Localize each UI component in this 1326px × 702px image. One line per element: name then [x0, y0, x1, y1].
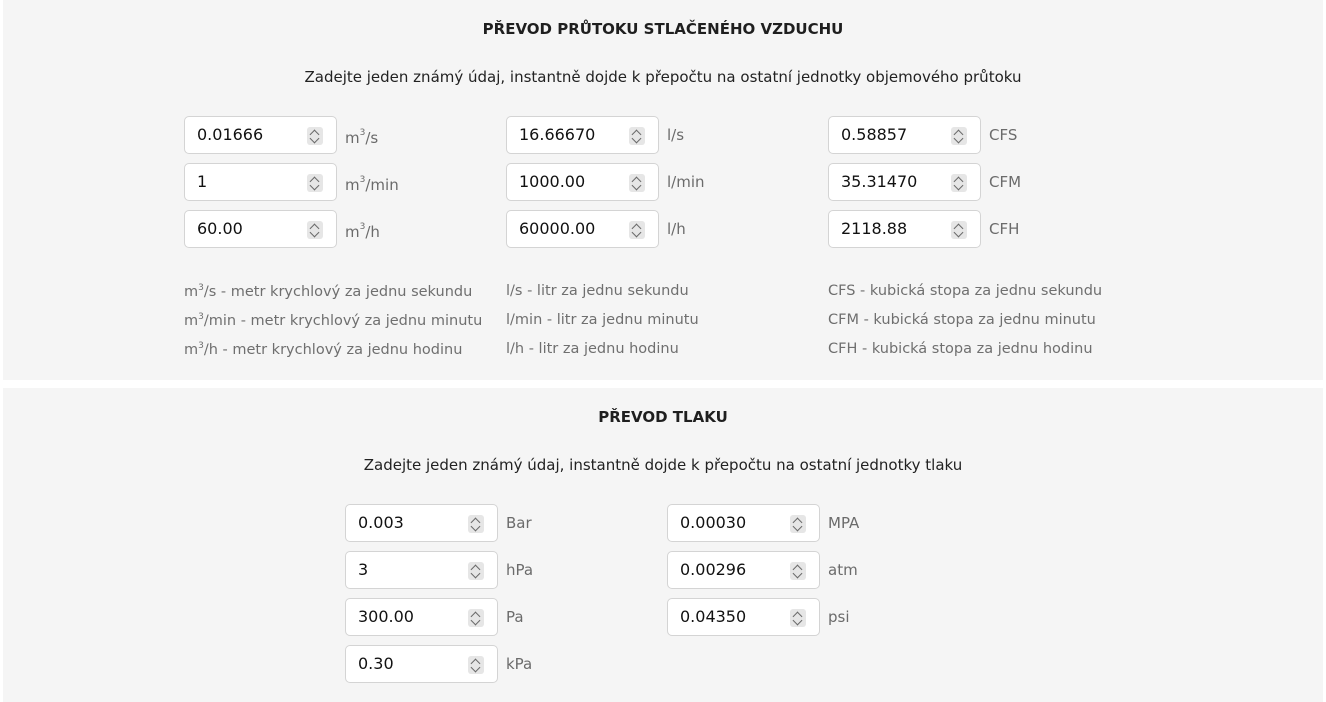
lh-spinner[interactable] — [629, 221, 645, 239]
pa-input[interactable]: 300.00 — [345, 598, 498, 636]
hpa-spinner[interactable] — [468, 562, 484, 580]
lh-unit: l/h — [667, 220, 686, 238]
hpa-unit: hPa — [506, 561, 534, 579]
hpa-input[interactable]: 3 — [345, 551, 498, 589]
kpa-input[interactable]: 0.30 — [345, 645, 498, 683]
cfs-input[interactable]: 0.58857 — [828, 116, 981, 154]
m3s-spinner[interactable] — [307, 127, 323, 145]
cfs-spinner[interactable] — [951, 127, 967, 145]
cfm-unit: CFM — [989, 173, 1022, 191]
atm-input[interactable]: 0.00296 — [667, 551, 820, 589]
m3s-value: 0.01666 — [197, 125, 264, 144]
cfh-spinner[interactable] — [951, 221, 967, 239]
psi-spinner[interactable] — [790, 609, 806, 627]
flow-title: PŘEVOD PRŮTOKU STLAČENÉHO VZDUCHU — [482, 20, 844, 38]
pressure-title: PŘEVOD TLAKU — [598, 408, 728, 426]
cfh-value: 2118.88 — [841, 219, 908, 238]
cfh-input[interactable]: 2118.88 — [828, 210, 981, 248]
m3h-spinner[interactable] — [307, 221, 323, 239]
bar-spinner[interactable] — [468, 515, 484, 533]
cfh-unit: CFH — [989, 220, 1020, 238]
m3h-input[interactable]: 60.00 — [184, 210, 337, 248]
m3h-value: 60.00 — [197, 219, 243, 238]
cfm-value: 35.31470 — [841, 172, 918, 191]
psi-input[interactable]: 0.04350 — [667, 598, 820, 636]
m3min-input[interactable]: 1 — [184, 163, 337, 201]
mpa-spinner[interactable] — [790, 515, 806, 533]
lmin-value: 1000.00 — [519, 172, 586, 191]
m3s-unit: m3/s — [345, 128, 379, 147]
hpa-value: 3 — [358, 560, 369, 579]
cfm-spinner[interactable] — [951, 174, 967, 192]
m3h-unit: m3/h — [345, 222, 380, 241]
legend-m3h: m3/h - metr krychlový za jednu hodinu — [184, 341, 463, 358]
legend-ls: l/s - litr za jednu sekundu — [506, 283, 689, 299]
mpa-input[interactable]: 0.00030 — [667, 504, 820, 542]
kpa-unit: kPa — [506, 655, 533, 673]
psi-value: 0.04350 — [680, 607, 747, 626]
cfm-input[interactable]: 35.31470 — [828, 163, 981, 201]
cfs-value: 0.58857 — [841, 125, 908, 144]
legend-m3s: m3/s - metr krychlový za jednu sekundu — [184, 283, 473, 300]
bar-input[interactable]: 0.003 — [345, 504, 498, 542]
atm-value: 0.00296 — [680, 560, 747, 579]
flow-subtitle: Zadejte jeden známý údaj, instantně dojd… — [304, 68, 1022, 86]
lmin-input[interactable]: 1000.00 — [506, 163, 659, 201]
lh-value: 60000.00 — [519, 219, 596, 238]
flow-conversion-panel: PŘEVOD PRŮTOKU STLAČENÉHO VZDUCHU Zadejt… — [3, 0, 1323, 380]
lmin-unit: l/min — [667, 173, 705, 191]
lmin-spinner[interactable] — [629, 174, 645, 192]
kpa-value: 0.30 — [358, 654, 394, 673]
pressure-conversion-panel: PŘEVOD TLAKU Zadejte jeden známý údaj, i… — [3, 388, 1323, 702]
m3min-spinner[interactable] — [307, 174, 323, 192]
psi-unit: psi — [828, 608, 850, 626]
legend-cfs: CFS - kubická stopa za jednu sekundu — [828, 283, 1103, 299]
m3min-unit: m3/min — [345, 175, 399, 194]
bar-unit: Bar — [506, 514, 532, 532]
kpa-spinner[interactable] — [468, 656, 484, 674]
ls-spinner[interactable] — [629, 127, 645, 145]
ls-input[interactable]: 16.66670 — [506, 116, 659, 154]
ls-value: 16.66670 — [519, 125, 596, 144]
bar-value: 0.003 — [358, 513, 404, 532]
pressure-subtitle: Zadejte jeden známý údaj, instantně dojd… — [363, 456, 963, 474]
pa-spinner[interactable] — [468, 609, 484, 627]
mpa-unit: MPA — [828, 514, 860, 532]
cfs-unit: CFS — [989, 126, 1018, 144]
legend-m3min: m3/min - metr krychlový za jednu minutu — [184, 312, 483, 329]
pa-value: 300.00 — [358, 607, 414, 626]
pa-unit: Pa — [506, 608, 524, 626]
legend-cfh: CFH - kubická stopa za jednu hodinu — [828, 341, 1093, 357]
m3min-value: 1 — [197, 172, 208, 191]
m3s-input[interactable]: 0.01666 — [184, 116, 337, 154]
legend-lmin: l/min - litr za jednu minutu — [506, 312, 699, 328]
mpa-value: 0.00030 — [680, 513, 747, 532]
legend-cfm: CFM - kubická stopa za jednu minutu — [828, 312, 1096, 328]
lh-input[interactable]: 60000.00 — [506, 210, 659, 248]
legend-lh: l/h - litr za jednu hodinu — [506, 341, 679, 357]
atm-unit: atm — [828, 561, 858, 579]
atm-spinner[interactable] — [790, 562, 806, 580]
ls-unit: l/s — [667, 126, 685, 144]
